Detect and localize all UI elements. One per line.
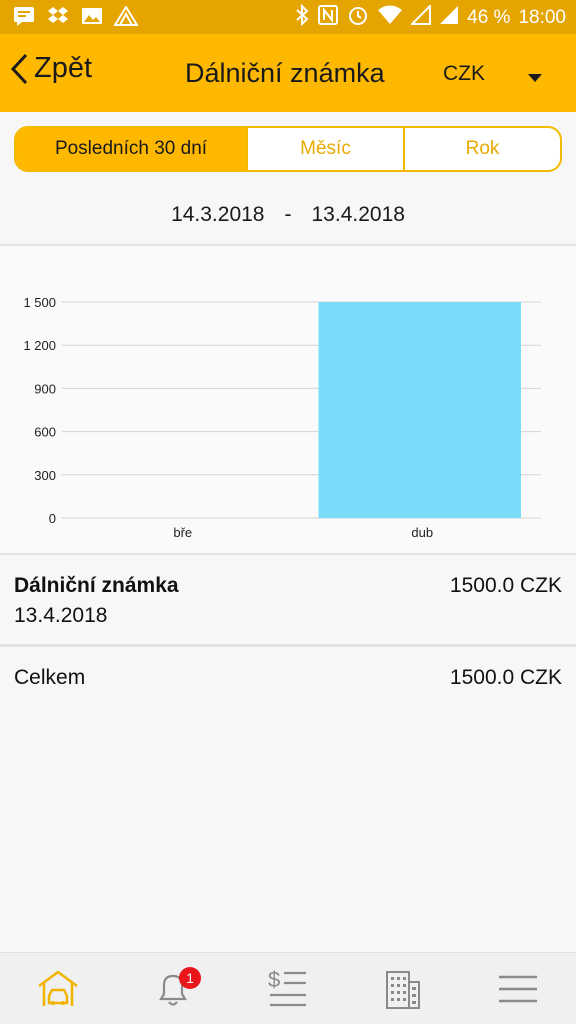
y-tick-label: 600 bbox=[34, 425, 56, 440]
nav-notifications[interactable]: 1 bbox=[115, 953, 230, 1024]
currency-select[interactable]: CZK bbox=[443, 62, 485, 86]
y-tick-label: 1 500 bbox=[23, 295, 56, 310]
date-separator: - bbox=[284, 203, 292, 226]
notification-badge: 1 bbox=[179, 967, 202, 989]
date-to: 13.4.2018 bbox=[311, 203, 405, 226]
expense-list-item[interactable]: Dálniční známka 13.4.2018 1500.0 CZK bbox=[14, 574, 562, 628]
chevron-down-icon[interactable] bbox=[527, 70, 543, 88]
app-icon bbox=[114, 5, 138, 27]
wifi-icon bbox=[377, 5, 403, 31]
y-tick-label: 0 bbox=[49, 511, 56, 526]
alarm-icon bbox=[347, 4, 369, 32]
bluetooth-icon bbox=[295, 3, 309, 32]
expenses-list-icon: $ bbox=[268, 967, 306, 1006]
message-icon bbox=[12, 5, 36, 27]
total-row: Celkem 1500.0 CZK bbox=[14, 666, 562, 690]
nav-car-home[interactable] bbox=[0, 953, 115, 1024]
x-tick-label: bře bbox=[173, 525, 192, 540]
expense-date: 13.4.2018 bbox=[14, 604, 108, 627]
page-title: Dálniční známka bbox=[185, 58, 385, 88]
building-icon bbox=[386, 970, 421, 1009]
tab-last-30-days[interactable]: Posledních 30 dní bbox=[16, 128, 246, 170]
divider bbox=[0, 644, 576, 647]
image-icon bbox=[80, 5, 104, 27]
dropbox-icon bbox=[46, 5, 70, 27]
bottom-navigation: 1 $ bbox=[0, 952, 576, 1024]
back-label: Zpět bbox=[34, 52, 93, 84]
date-range: 14.3.2018 - 13.4.2018 bbox=[0, 203, 576, 227]
tab-year[interactable]: Rok bbox=[403, 128, 560, 170]
menu-icon bbox=[499, 975, 538, 1002]
total-amount: 1500.0 CZK bbox=[449, 666, 562, 689]
clock: 18:00 bbox=[518, 7, 566, 28]
nav-expenses[interactable]: $ bbox=[230, 953, 345, 1024]
status-bar: 46 % 18:00 bbox=[0, 0, 576, 34]
x-tick-label: dub bbox=[411, 525, 433, 540]
nav-menu[interactable] bbox=[461, 953, 576, 1024]
battery-level: 46 % bbox=[467, 7, 511, 28]
period-tabs: Posledních 30 dní Měsíc Rok bbox=[14, 126, 562, 172]
back-button[interactable]: Zpět bbox=[10, 52, 92, 85]
signal-icon bbox=[409, 3, 432, 31]
nav-buildings[interactable] bbox=[346, 953, 461, 1024]
y-tick-label: 1 200 bbox=[23, 338, 56, 353]
signal-icon bbox=[439, 5, 459, 31]
chart-bar bbox=[318, 302, 521, 518]
expense-chart-area: 0 300 600 900 1 200 1 500 bře dub bbox=[0, 246, 576, 554]
y-tick-label: 300 bbox=[34, 468, 56, 483]
app-header: Zpět Dálniční známka CZK bbox=[0, 34, 576, 112]
expense-chart: 0 300 600 900 1 200 1 500 bře dub bbox=[23, 295, 541, 540]
chevron-left-icon bbox=[10, 53, 28, 84]
date-from: 14.3.2018 bbox=[171, 203, 265, 226]
car-home-icon bbox=[37, 969, 78, 1006]
expense-amount: 1500.0 CZK bbox=[449, 574, 562, 597]
divider bbox=[0, 553, 576, 555]
svg-text:$: $ bbox=[268, 967, 280, 992]
y-tick-label: 900 bbox=[34, 381, 56, 396]
tab-month[interactable]: Měsíc bbox=[246, 128, 403, 170]
nfc-icon bbox=[317, 4, 339, 32]
